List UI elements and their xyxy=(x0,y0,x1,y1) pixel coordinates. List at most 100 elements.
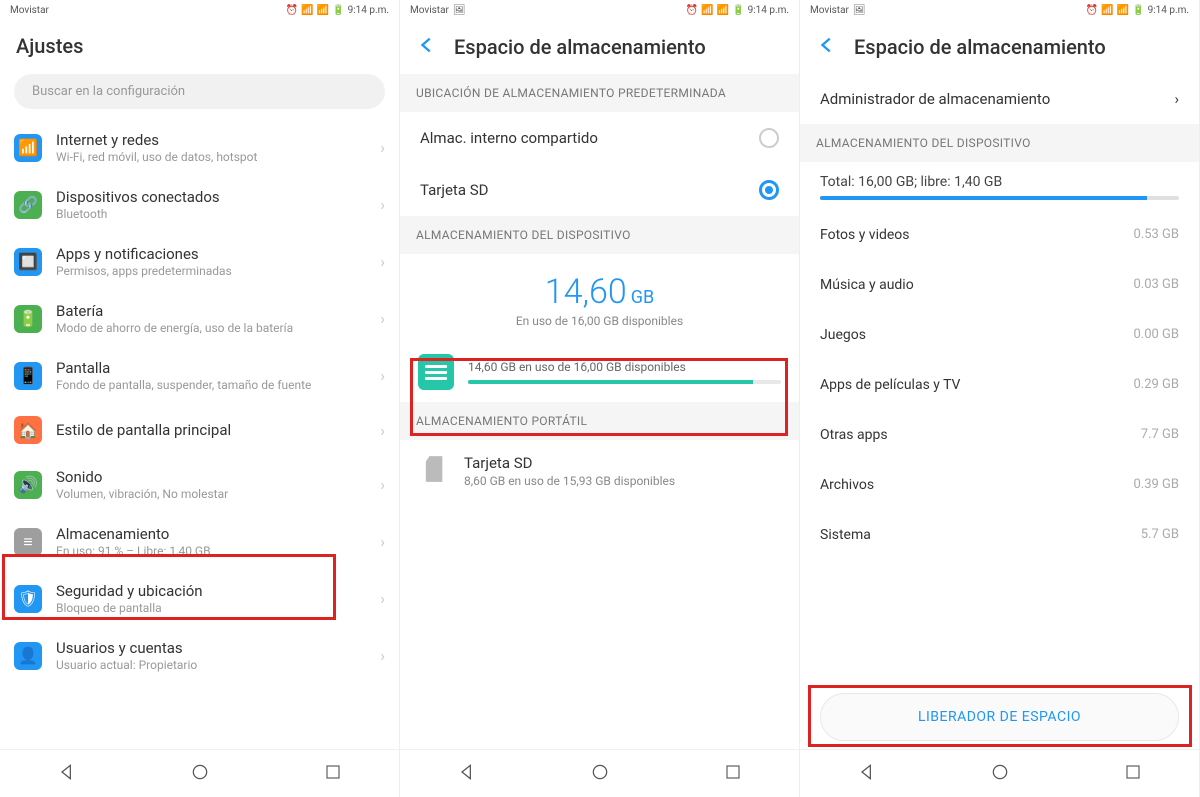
storage-category-row[interactable]: Música y audio 0.03 GB xyxy=(800,260,1199,310)
nav-recent-icon[interactable] xyxy=(324,763,342,785)
settings-item-label: Apps y notificaciones xyxy=(56,245,366,263)
settings-item-icon: 🏠 xyxy=(14,416,42,444)
category-size: 0.53 GB xyxy=(1133,227,1179,243)
settings-item-sub: Fondo de pantalla, suspender, tamaño de … xyxy=(56,378,366,392)
nav-recent-icon[interactable] xyxy=(724,763,742,785)
storage-category-row[interactable]: Archivos0.39 GB xyxy=(800,460,1199,510)
page-title: Espacio de almacenamiento xyxy=(854,35,1106,59)
category-size: 7.7 GB xyxy=(1141,427,1179,443)
status-bar: Movistar 🖼 ⏰ 📶 📶 🔋 9:14 p.m. xyxy=(800,0,1199,20)
settings-item-icon: 🔲 xyxy=(14,248,42,276)
nav-back-icon[interactable] xyxy=(457,762,477,786)
storage-summary: 14,60 GB En uso de 16,00 GB disponibles xyxy=(400,254,799,342)
nav-home-icon[interactable] xyxy=(990,762,1010,786)
storage-used-value: 14,60 xyxy=(545,272,627,312)
settings-item-sub: Modo de ahorro de energía, uso de la bat… xyxy=(56,321,366,335)
section-default-location: UBICACIÓN DE ALMACENAMIENTO PREDETERMINA… xyxy=(400,74,799,112)
option-label: Tarjeta SD xyxy=(420,181,488,199)
settings-item-label: Dispositivos conectados xyxy=(56,188,366,206)
storage-category-row[interactable]: Sistema 5.7 GB xyxy=(800,510,1199,560)
settings-item[interactable]: ≡ AlmacenamientoEn uso: 91 % – Libre: 1,… xyxy=(0,513,399,570)
settings-item-icon: 📶 xyxy=(14,134,42,162)
sd-label: Tarjeta SD xyxy=(464,454,675,472)
settings-item[interactable]: 🛡 Seguridad y ubicaciónBloqueo de pantal… xyxy=(0,570,399,627)
settings-item-icon: 🔗 xyxy=(14,191,42,219)
settings-item-sub: Permisos, apps predeterminadas xyxy=(56,264,366,278)
wifi-icon: 📶 xyxy=(701,5,713,16)
back-icon[interactable] xyxy=(816,34,838,60)
clock-label: 9:14 p.m. xyxy=(1148,5,1189,16)
settings-list: 📶 Internet y redesWi-Fi, red móvil, uso … xyxy=(0,119,399,749)
storage-category-row[interactable]: Juegos0.00 GB xyxy=(800,310,1199,360)
settings-item-sub: Usuario actual: Propietario xyxy=(56,658,366,672)
chevron-right-icon: › xyxy=(380,421,385,440)
option-sd-card[interactable]: Tarjeta SD xyxy=(400,164,799,216)
storage-admin-label: Administrador de almacenamiento xyxy=(820,90,1050,108)
clock-label: 9:14 p.m. xyxy=(348,5,389,16)
storage-bar-row[interactable]: 14,60 GB en uso de 16,00 GB disponibles xyxy=(400,342,799,402)
carrier-label: Movistar xyxy=(810,5,849,16)
settings-item[interactable]: 📶 Internet y redesWi-Fi, red móvil, uso … xyxy=(0,119,399,176)
storage-category-row[interactable]: Apps de películas y TV 0.29 GB xyxy=(800,360,1199,410)
chevron-right-icon: › xyxy=(380,309,385,328)
page-title: Ajustes xyxy=(16,34,383,58)
status-bar: Movistar 🖼 ⏰ 📶 📶 🔋 9:14 p.m. xyxy=(400,0,799,20)
chevron-right-icon: › xyxy=(380,646,385,665)
settings-item-sub: Bluetooth xyxy=(56,207,366,221)
phone-screen-settings: Movistar ⏰ 📶 📶 🔋 9:14 p.m. Ajustes Busca… xyxy=(0,0,400,797)
settings-item-icon: 🔋 xyxy=(14,305,42,333)
storage-category-row[interactable]: Otras apps7.7 GB xyxy=(800,410,1199,460)
chevron-right-icon: › xyxy=(380,589,385,608)
settings-item[interactable]: 📱 PantallaFondo de pantalla, suspender, … xyxy=(0,347,399,404)
header: Ajustes xyxy=(0,20,399,68)
storage-progress-bar xyxy=(468,380,781,384)
nav-back-icon[interactable] xyxy=(857,762,877,786)
settings-item[interactable]: 🔗 Dispositivos conectadosBluetooth › xyxy=(0,176,399,233)
battery-icon: 🔋 xyxy=(332,5,344,16)
notif-icon: 🖼 xyxy=(453,5,466,16)
category-size: 0.29 GB xyxy=(1133,377,1179,393)
section-device-storage: ALMACENAMIENTO DEL DISPOSITIVO xyxy=(800,124,1199,162)
search-input[interactable]: Buscar en la configuración xyxy=(14,74,385,109)
back-icon[interactable] xyxy=(416,34,438,60)
category-label: Música y audio xyxy=(820,277,914,293)
sd-card-row[interactable]: Tarjeta SD 8,60 GB en uso de 15,93 GB di… xyxy=(400,440,799,502)
storage-category-row[interactable]: Fotos y videos 0.53 GB xyxy=(800,210,1199,260)
nav-home-icon[interactable] xyxy=(190,762,210,786)
category-label: Juegos xyxy=(820,327,866,343)
category-label: Sistema xyxy=(820,527,871,543)
chevron-right-icon: › xyxy=(380,252,385,271)
nav-back-icon[interactable] xyxy=(57,762,77,786)
nav-home-icon[interactable] xyxy=(590,762,610,786)
storage-used-unit: GB xyxy=(631,287,654,308)
sd-card-icon xyxy=(420,454,450,484)
settings-item-label: Sonido xyxy=(56,468,366,486)
settings-item[interactable]: 🔋 BateríaModo de ahorro de energía, uso … xyxy=(0,290,399,347)
option-internal-storage[interactable]: Almac. interno compartido xyxy=(400,112,799,164)
header: Espacio de almacenamiento xyxy=(400,20,799,74)
free-space-button[interactable]: LIBERADOR DE ESPACIO xyxy=(820,693,1179,741)
settings-item-sub: En uso: 91 % – Libre: 1,40 GB xyxy=(56,544,366,558)
category-size: 0.03 GB xyxy=(1133,277,1179,293)
storage-categories: Fotos y videos 0.53 GB Música y audio 0.03 … xyxy=(800,210,1199,560)
settings-item[interactable]: 🏠 Estilo de pantalla principal › xyxy=(0,404,399,456)
chevron-right-icon: › xyxy=(380,532,385,551)
settings-item-label: Batería xyxy=(56,302,366,320)
settings-item[interactable]: 🔊 SonidoVolumen, vibración, No molestar … xyxy=(0,456,399,513)
settings-item[interactable]: 🔲 Apps y notificacionesPermisos, apps pr… xyxy=(0,233,399,290)
signal-icon: 📶 xyxy=(717,5,729,16)
settings-item-icon: 🔊 xyxy=(14,471,42,499)
settings-item-sub: Wi-Fi, red móvil, uso de datos, hotspot xyxy=(56,150,366,164)
category-label: Fotos y videos xyxy=(820,227,910,243)
storage-admin-row[interactable]: Administrador de almacenamiento › xyxy=(800,74,1199,124)
phone-screen-storage-detail: Movistar 🖼 ⏰ 📶 📶 🔋 9:14 p.m. Espacio de … xyxy=(800,0,1200,797)
signal-icon: 📶 xyxy=(1117,5,1129,16)
settings-item[interactable]: 👤 Usuarios y cuentasUsuario actual: Prop… xyxy=(0,627,399,684)
page-title: Espacio de almacenamiento xyxy=(454,35,706,59)
header: Espacio de almacenamiento xyxy=(800,20,1199,74)
nav-recent-icon[interactable] xyxy=(1124,763,1142,785)
category-size: 5.7 GB xyxy=(1141,527,1179,543)
storage-bar-label: 14,60 GB en uso de 16,00 GB disponibles xyxy=(468,360,781,374)
radio-off-icon xyxy=(759,128,779,148)
category-label: Apps de películas y TV xyxy=(820,377,960,393)
